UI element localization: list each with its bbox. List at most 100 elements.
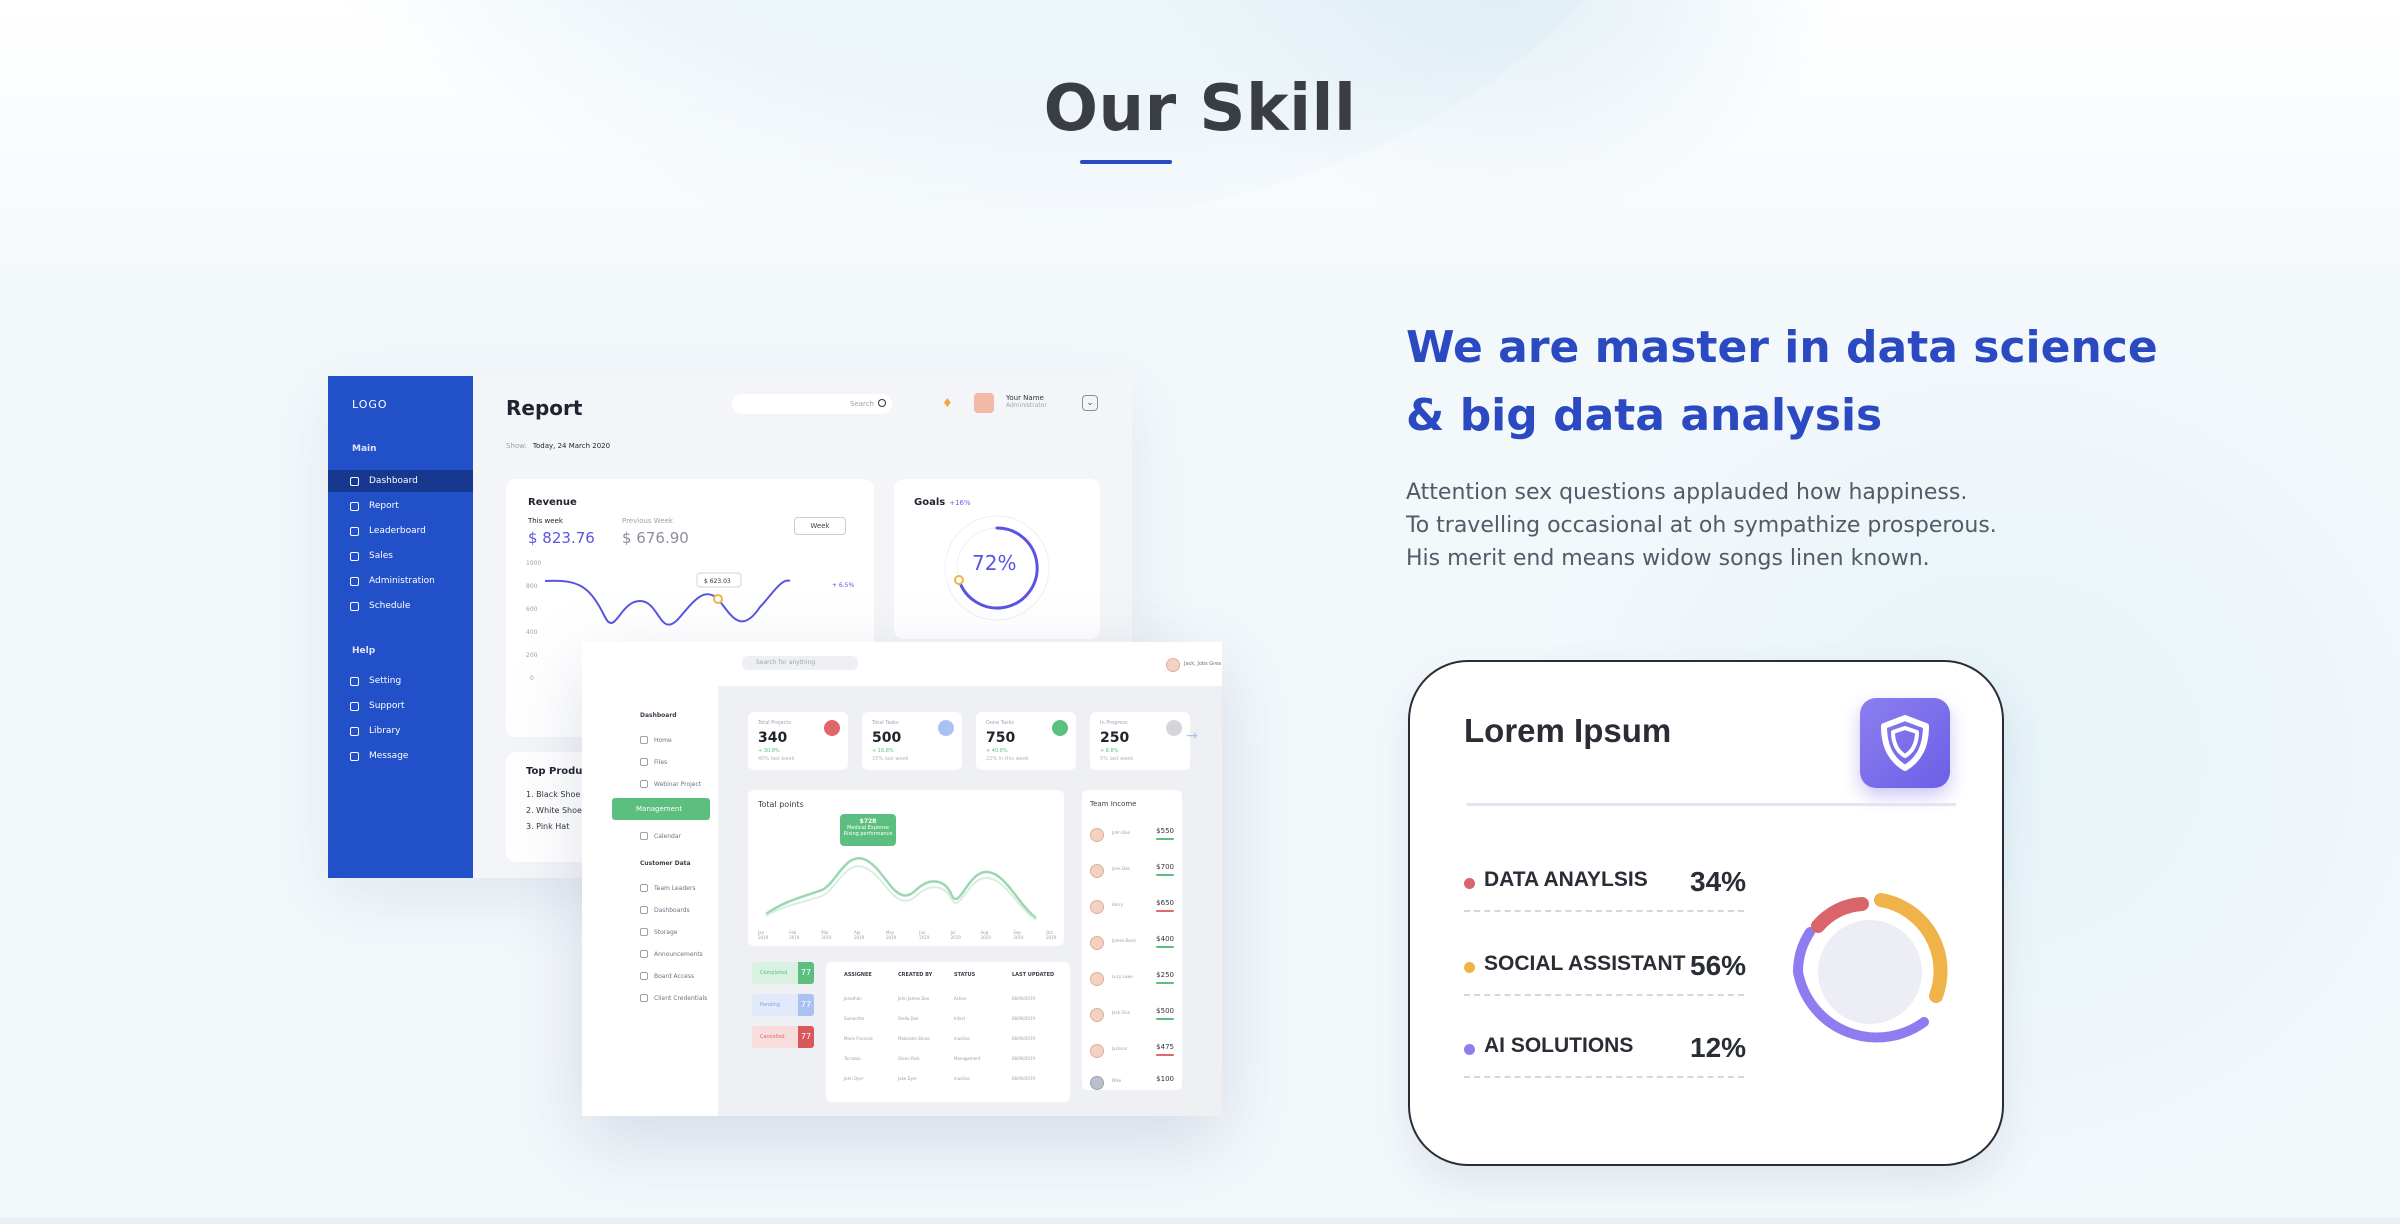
table-cell: 08/09/2019 bbox=[1012, 996, 1036, 1001]
stat-card: In Progress 250 + 8.8% 5% last week bbox=[1090, 712, 1190, 770]
legend-dot bbox=[1464, 1044, 1475, 1055]
team-row: Jackson $475 bbox=[1090, 1042, 1176, 1066]
shield-icon bbox=[1881, 715, 1929, 771]
table-header: LAST UPDATED bbox=[1012, 972, 1055, 978]
revenue-badge: + 6.5% bbox=[832, 582, 854, 589]
donut-center bbox=[1818, 920, 1922, 1024]
team-income-title: Team Income bbox=[1090, 800, 1137, 808]
revenue-line bbox=[544, 579, 791, 626]
table-cell: Marie Francois bbox=[844, 1036, 873, 1041]
folder-icon bbox=[350, 726, 359, 736]
headline: We are master in data science & big data… bbox=[1406, 314, 2166, 450]
avatar bbox=[1090, 828, 1104, 842]
key-icon bbox=[640, 994, 648, 1002]
table-cell: 08/09/2019 bbox=[1012, 1016, 1036, 1021]
legend-dot bbox=[1464, 878, 1475, 889]
paragraph-line: Attention sex questions applauded how ha… bbox=[1406, 480, 1968, 505]
skill-row: DATA ANAYLSIS 34% bbox=[1464, 864, 1764, 912]
table-header: ASSIGNEE bbox=[844, 972, 872, 978]
management-sidebar: Dashboard Home Files Webinar Project Man… bbox=[582, 642, 718, 1116]
divider bbox=[1464, 994, 1744, 996]
title-underline bbox=[1080, 160, 1172, 164]
sidebar-heading: Dashboard bbox=[640, 712, 677, 719]
stat-badge-icon bbox=[1166, 720, 1182, 736]
goals-value: 72% bbox=[972, 551, 1017, 575]
sidebar-item-message: Message bbox=[328, 745, 473, 767]
divider bbox=[1464, 1076, 1744, 1078]
avatar bbox=[1166, 658, 1180, 672]
skill-name: DATA ANAYLSIS bbox=[1484, 868, 1648, 891]
table-cell: John Dyer bbox=[844, 1076, 864, 1081]
table-header: CREATED BY bbox=[898, 972, 933, 978]
headline-line: & big data analysis bbox=[1406, 390, 1883, 441]
tasks-table: ASSIGNEE CREATED BY STATUS LAST UPDATED … bbox=[826, 962, 1070, 1102]
date-filter: Show: Today, 24 March 2020 bbox=[506, 442, 611, 450]
report-page-title: Report bbox=[506, 396, 583, 420]
management-topbar: Search for anything Jack, Jobs Grea bbox=[718, 642, 1222, 686]
sidebar-item: Announcements bbox=[640, 950, 703, 958]
team-icon bbox=[640, 884, 648, 892]
sidebar-group-help: Help bbox=[352, 646, 376, 656]
skills-donut-chart bbox=[1792, 893, 1948, 1043]
sidebar-item: Calendar bbox=[640, 832, 681, 840]
this-week-label: This week bbox=[528, 517, 563, 525]
divider bbox=[1464, 910, 1744, 912]
report-search-input: Search bbox=[732, 394, 892, 414]
stat-badge-icon bbox=[824, 720, 840, 736]
stat-card: Total Projects 340 + 30.8% 40% last week bbox=[748, 712, 848, 770]
total-points-title: Total points bbox=[758, 800, 804, 809]
table-header: STATUS bbox=[954, 972, 976, 978]
legend-dot bbox=[1464, 962, 1475, 973]
sidebar-item-administration: Administration bbox=[328, 570, 473, 592]
calendar-icon bbox=[350, 601, 359, 611]
sidebar-item-library: Library bbox=[328, 720, 473, 742]
intro-paragraph: Attention sex questions applauded how ha… bbox=[1406, 476, 2106, 575]
table-cell: Inactive bbox=[954, 1076, 970, 1081]
table-cell: Infect bbox=[954, 1016, 966, 1021]
stat-card: Total Tasks 500 + 16.8% 15% last week bbox=[862, 712, 962, 770]
goals-card: Goals +16% 72% bbox=[894, 479, 1100, 639]
grid-icon bbox=[350, 476, 359, 486]
table-cell: 08/09/2019 bbox=[1012, 1056, 1036, 1061]
month-axis: Jan 2019 Feb 2019 Mar 2019 Apr 2019 May … bbox=[758, 930, 1057, 940]
team-row: Mike $100 bbox=[1090, 1074, 1176, 1098]
stat-card: Done Tasks 750 + 40.8% 22% in this week bbox=[976, 712, 1076, 770]
avatar bbox=[1090, 1044, 1104, 1058]
total-points-card: Total points $728 Medical Expense Rising… bbox=[748, 790, 1064, 946]
total-points-tooltip: $728 Medical Expense Rising performance bbox=[840, 814, 896, 846]
stat-badge-icon bbox=[938, 720, 954, 736]
team-row: James Bond $400 bbox=[1090, 934, 1176, 958]
sidebar-item-support: Support bbox=[328, 695, 473, 717]
project-icon bbox=[640, 780, 648, 788]
status-badge: Cancelled 77 bbox=[752, 1026, 814, 1048]
activity-icon bbox=[350, 501, 359, 511]
sidebar-item: Board Access bbox=[640, 972, 694, 980]
skill-name: SOCIAL ASSISTANT bbox=[1484, 952, 1686, 975]
logo: LOGO bbox=[352, 398, 388, 411]
this-week-value: $ 823.76 bbox=[528, 529, 595, 547]
sidebar-item: Files bbox=[640, 758, 667, 766]
sidebar-item-schedule: Schedule bbox=[328, 595, 473, 617]
status-badge: Completed 77 bbox=[752, 962, 814, 984]
skill-row: AI SOLUTIONS 12% bbox=[1464, 1030, 1764, 1078]
avatar bbox=[1090, 864, 1104, 878]
sidebar-item: Webinar Project bbox=[640, 780, 701, 788]
skill-percent: 12% bbox=[1690, 1032, 1747, 1063]
search-icon bbox=[878, 399, 886, 407]
footer-divider bbox=[0, 1218, 2400, 1224]
table-cell: 08/09/2019 bbox=[1012, 1036, 1036, 1041]
revenue-tooltip-text: $ 623.03 bbox=[704, 578, 731, 585]
y-tick-label: 1000 bbox=[526, 560, 541, 567]
calendar-icon bbox=[640, 832, 648, 840]
headline-line: We are master in data science bbox=[1406, 322, 2158, 373]
section-title: Our Skill bbox=[1043, 72, 1357, 146]
bell-icon: ♦ bbox=[942, 396, 953, 410]
table-cell: Terrazzo bbox=[844, 1056, 861, 1061]
table-cell: Glenn Park bbox=[898, 1056, 920, 1061]
list-item: 3. Pink Hat bbox=[526, 822, 570, 831]
report-sidebar: LOGO Main Dashboard Report Leaderboard S… bbox=[328, 376, 473, 878]
file-icon bbox=[640, 758, 648, 766]
previous-week-value: $ 676.90 bbox=[622, 529, 689, 547]
donut-segment-ai-solutions-tail bbox=[1792, 927, 1815, 977]
dashboard-icon bbox=[640, 906, 648, 914]
